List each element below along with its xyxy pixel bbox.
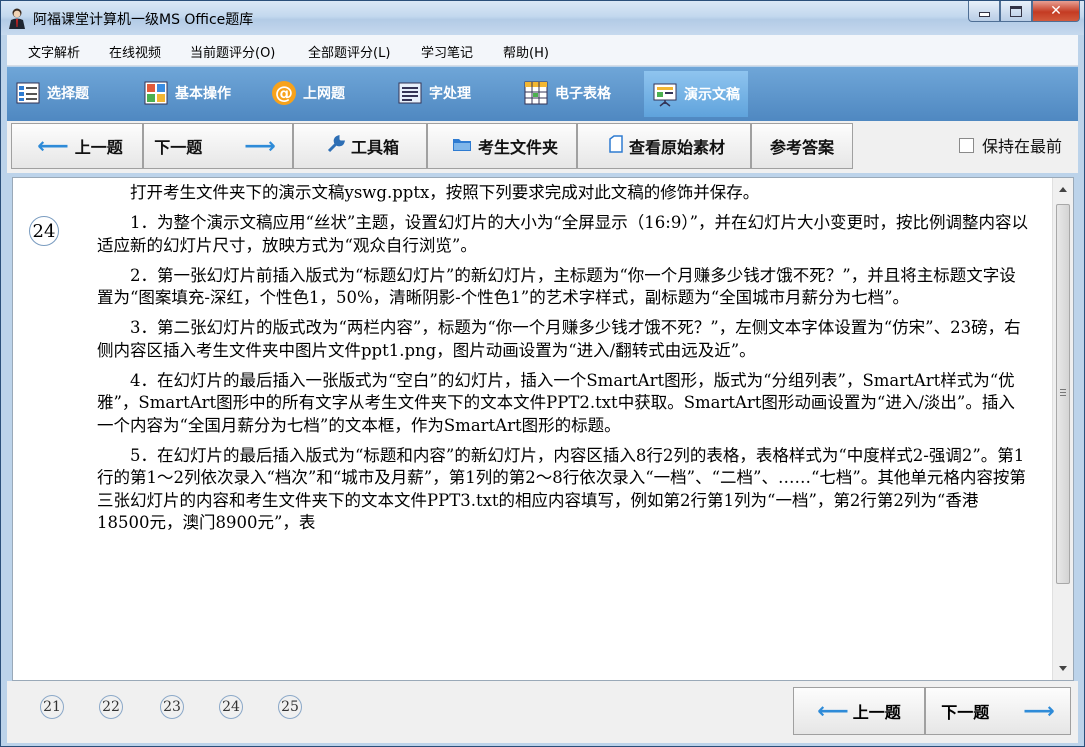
caption-buttons: ✕ (968, 1, 1080, 23)
question-item-3: 3．第二张幻灯片的版式改为“两栏内容”，标题为“你一个月赚多少钱才饿不死？”，左… (97, 318, 1021, 360)
scroll-down-icon[interactable] (1059, 666, 1067, 671)
question-text: 打开考生文件夹下的演示文稿yswg.pptx，按照下列要求完成对此文稿的修饰并保… (97, 178, 1029, 542)
minimize-button[interactable] (968, 1, 1000, 22)
document-copy-icon (609, 135, 623, 157)
tab-word-processing-label: 字处理 (429, 86, 471, 102)
page-number-21[interactable]: 21 (40, 695, 64, 719)
candidate-folder-button[interactable]: 考生文件夹 (427, 123, 577, 169)
tab-internet[interactable]: @ 上网题 (271, 75, 345, 111)
tab-presentation[interactable]: 演示文稿 (644, 71, 748, 117)
question-item-4: 4．在幻灯片的最后插入一张版式为“空白”的幻灯片，插入一个SmartArt图形，… (97, 370, 1015, 435)
menu-online-video[interactable]: 在线视频 (109, 42, 161, 61)
arrow-left-icon: ⟵ (37, 133, 69, 159)
bottom-prev-label: 上一题 (852, 703, 901, 722)
question-item-2: 2．第一张幻灯片前插入版式为“标题幻灯片”的新幻灯片，主标题为“你一个月赚多少钱… (97, 265, 1016, 308)
app-avatar-icon (9, 8, 25, 29)
toolbox-label: 工具箱 (350, 138, 399, 157)
presentation-icon (653, 83, 677, 107)
bottom-bar: 21 22 23 24 25 ⟵ 上一题 下一题 ⟶ (7, 681, 1078, 743)
tab-choice-label: 选择题 (47, 86, 89, 102)
arrow-right-icon: ⟶ (1023, 698, 1055, 724)
close-icon: ✕ (1050, 3, 1062, 19)
page-number-23[interactable]: 23 (160, 695, 184, 719)
tab-internet-label: 上网题 (303, 86, 345, 102)
folder-icon (452, 136, 472, 156)
grip-line (1060, 392, 1066, 393)
question-content: 24 打开考生文件夹下的演示文稿yswg.pptx，按照下列要求完成对此文稿的修… (12, 177, 1074, 681)
at-icon: @ (272, 81, 296, 105)
question-item-5: 5．在幻灯片的最后插入版式为“标题和内容”的新幻灯片，内容区插入8行2列的表格，… (97, 445, 1026, 533)
grip-line (1060, 395, 1066, 396)
menu-help[interactable]: 帮助(H) (503, 42, 549, 61)
toolbox-button[interactable]: 工具箱 (293, 123, 427, 169)
tab-presentation-label: 演示文稿 (684, 87, 740, 103)
page-number-24[interactable]: 24 (219, 695, 243, 719)
keep-on-top-option[interactable]: 保持在最前 (958, 133, 1062, 157)
question-item-1: 1．为整个演示文稿应用“丝状”主题，设置幻灯片的大小为“全屏显示（16:9）”，… (97, 213, 1029, 255)
keep-on-top-label: 保持在最前 (981, 137, 1062, 156)
bottom-prev-button[interactable]: ⟵ 上一题 (793, 687, 925, 735)
vertical-scrollbar[interactable] (1052, 178, 1073, 680)
scroll-thumb[interactable] (1056, 204, 1070, 584)
close-button[interactable]: ✕ (1032, 1, 1080, 22)
reference-answer-label: 参考答案 (769, 138, 834, 157)
wrench-icon (327, 134, 346, 157)
keep-on-top-checkbox[interactable] (958, 137, 974, 153)
prev-question-label: 上一题 (74, 138, 123, 157)
next-question-label: 下一题 (154, 138, 203, 157)
grid-icon (144, 81, 168, 105)
tab-basic-operation[interactable]: 基本操作 (143, 75, 231, 111)
menu-bar: 文字解析 在线视频 当前题评分(O) 全部题评分(L) 学习笔记 帮助(H) (7, 35, 1078, 66)
tab-word-processing[interactable]: 字处理 (397, 75, 471, 111)
tab-spreadsheet[interactable]: 电子表格 (523, 75, 611, 111)
tab-spreadsheet-label: 电子表格 (555, 86, 611, 102)
maximize-icon (1010, 5, 1022, 17)
reference-answer-button[interactable]: 参考答案 (751, 123, 853, 169)
scroll-up-icon[interactable] (1059, 187, 1067, 192)
page-number-22[interactable]: 22 (99, 695, 123, 719)
prev-question-button[interactable]: ⟵ 上一题 (11, 123, 143, 169)
view-original-button[interactable]: 查看原始素材 (577, 123, 751, 169)
app-window: 阿福课堂计算机一级MS Office题库 ✕ 文字解析 在线视频 当前题评分(O… (0, 0, 1085, 747)
arrow-left-icon: ⟵ (817, 698, 849, 724)
tab-choice[interactable]: 选择题 (15, 75, 89, 111)
menu-study-notes[interactable]: 学习笔记 (421, 42, 473, 61)
menu-score-all[interactable]: 全部题评分(L) (308, 42, 390, 61)
title-bar: 阿福课堂计算机一级MS Office题库 ✕ (1, 1, 1084, 35)
question-toolbar: ⟵ 上一题 下一题 ⟶ 工具箱 考生文件夹 查看原始素材 参考答案 保持在最前 (7, 121, 1078, 173)
minimize-icon (978, 11, 990, 17)
document-icon (398, 82, 422, 104)
candidate-folder-label: 考生文件夹 (477, 138, 558, 157)
choice-icon (16, 82, 40, 104)
bottom-next-button[interactable]: 下一题 ⟶ (925, 687, 1071, 735)
question-intro: 打开考生文件夹下的演示文稿yswg.pptx，按照下列要求完成对此文稿的修饰并保… (130, 183, 760, 202)
window-title: 阿福课堂计算机一级MS Office题库 (33, 12, 254, 28)
next-question-button[interactable]: 下一题 ⟶ (143, 123, 293, 169)
bottom-next-label: 下一题 (941, 703, 990, 722)
view-original-label: 查看原始素材 (628, 138, 725, 157)
question-number-badge: 24 (29, 216, 59, 246)
menu-text-analysis[interactable]: 文字解析 (28, 42, 80, 61)
maximize-button[interactable] (1000, 1, 1032, 22)
category-tab-bar: 选择题 基本操作 @ 上网题 字处理 电子表格 演示文稿 (7, 67, 1078, 121)
page-number-25[interactable]: 25 (278, 695, 302, 719)
tab-basic-operation-label: 基本操作 (175, 86, 231, 102)
grip-line (1060, 389, 1066, 390)
menu-score-current[interactable]: 当前题评分(O) (190, 42, 275, 61)
spreadsheet-icon (524, 81, 548, 105)
arrow-right-icon: ⟶ (244, 133, 276, 159)
svg-text:@: @ (275, 83, 293, 104)
